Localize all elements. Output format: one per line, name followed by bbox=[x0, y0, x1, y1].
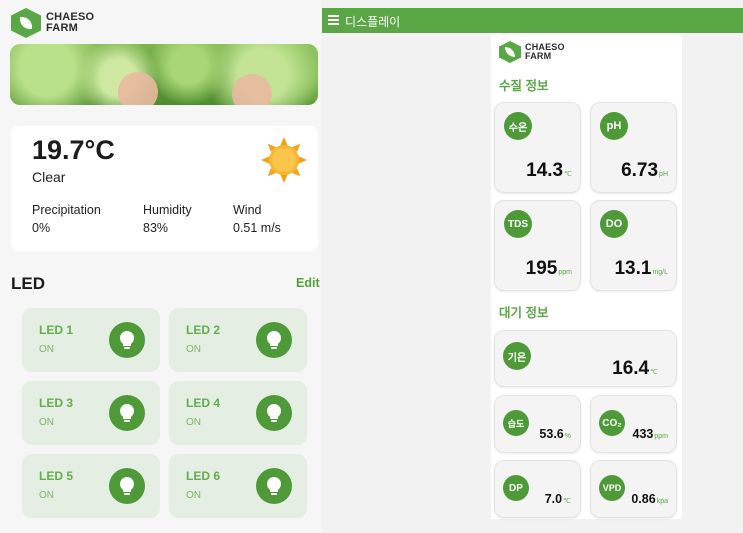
do-badge: DO bbox=[600, 210, 628, 238]
led-card-3[interactable]: LED 3 ON bbox=[22, 381, 160, 445]
weather-card: 19.7°C Clear Precipitation 0% Humidity 8… bbox=[11, 126, 318, 251]
chaeso-farm-logo: CHAESO FARM bbox=[11, 8, 94, 38]
weather-condition: Clear bbox=[32, 169, 66, 185]
app-bar: 디스플레이 bbox=[322, 8, 743, 33]
leaf-logo-icon bbox=[499, 41, 521, 63]
led-name: LED 2 bbox=[186, 323, 221, 337]
tds-value: 195ppm bbox=[525, 258, 572, 279]
led-card-4[interactable]: LED 4 ON bbox=[169, 381, 307, 445]
logo-line2: FARM bbox=[46, 22, 78, 34]
led-section-title: LED bbox=[11, 274, 45, 293]
lightbulb-icon[interactable] bbox=[256, 468, 292, 504]
chaeso-farm-logo: CHAESO FARM bbox=[499, 41, 565, 63]
ph-badge: pH bbox=[600, 112, 628, 140]
vpd-value: 0.86kpa bbox=[631, 492, 668, 506]
water-temp-value: 14.3℃ bbox=[526, 160, 572, 181]
edit-button[interactable]: Edit bbox=[296, 276, 320, 290]
air-temp-value: 16.4℃ bbox=[612, 358, 658, 379]
weather-led-panel: CHAESO FARM 19.7°C Clear Precipitation 0… bbox=[0, 0, 322, 533]
do-value: 13.1mg/L bbox=[614, 258, 668, 279]
co2-value: 433ppm bbox=[632, 427, 668, 441]
app-root: CHAESO FARM 19.7°C Clear Precipitation 0… bbox=[0, 0, 743, 533]
led-name: LED 6 bbox=[186, 469, 221, 483]
leaf-logo-icon bbox=[11, 8, 41, 38]
precipitation-value: 0% bbox=[32, 221, 51, 235]
led-name: LED 1 bbox=[39, 323, 74, 337]
water-temp-badge: 수온 bbox=[504, 112, 532, 140]
led-card-5[interactable]: LED 5 ON bbox=[22, 454, 160, 518]
led-name: LED 4 bbox=[186, 396, 221, 410]
tds-card: TDS 195ppm bbox=[494, 200, 581, 291]
wind-label: Wind bbox=[233, 203, 262, 217]
dp-badge: DP bbox=[503, 475, 529, 501]
sensor-column: CHAESO FARM 수질 정보 수온 14.3℃ pH 6.73pH TDS… bbox=[491, 33, 682, 519]
co2-badge: CO₂ bbox=[599, 410, 625, 436]
co2-card: CO₂ 433ppm bbox=[590, 395, 677, 453]
wind-value: 0.51 m/s bbox=[233, 221, 281, 235]
led-state: ON bbox=[39, 417, 54, 428]
humidity-card: 습도 53.6% bbox=[494, 395, 581, 453]
humidity-value: 83% bbox=[143, 221, 169, 235]
led-card-6[interactable]: LED 6 ON bbox=[169, 454, 307, 518]
led-card-2[interactable]: LED 2 ON bbox=[169, 308, 307, 372]
lettuce-banner-image bbox=[10, 44, 318, 105]
logo-line2: FARM bbox=[525, 51, 552, 61]
led-card-1[interactable]: LED 1 ON bbox=[22, 308, 160, 372]
vpd-card: VPD 0.86kpa bbox=[590, 460, 677, 518]
sun-icon bbox=[261, 137, 307, 183]
vpd-badge: VPD bbox=[599, 475, 625, 501]
dp-value: 7.0℃ bbox=[544, 492, 571, 506]
air-info-title: 대기 정보 bbox=[499, 306, 549, 320]
humidity-value: 53.6% bbox=[539, 427, 571, 441]
led-state: ON bbox=[186, 490, 201, 501]
led-name: LED 3 bbox=[39, 396, 74, 410]
ph-card: pH 6.73pH bbox=[590, 102, 677, 193]
do-card: DO 13.1mg/L bbox=[590, 200, 677, 291]
water-temp-card: 수온 14.3℃ bbox=[494, 102, 581, 193]
led-state: ON bbox=[186, 344, 201, 355]
lightbulb-icon[interactable] bbox=[256, 395, 292, 431]
temperature: 19.7°C bbox=[32, 135, 115, 165]
app-bar-title: 디스플레이 bbox=[345, 15, 401, 29]
lightbulb-icon[interactable] bbox=[109, 468, 145, 504]
tds-badge: TDS bbox=[504, 210, 532, 238]
humidity-badge: 습도 bbox=[503, 410, 529, 436]
led-state: ON bbox=[186, 417, 201, 428]
dew-point-card: DP 7.0℃ bbox=[494, 460, 581, 518]
led-name: LED 5 bbox=[39, 469, 74, 483]
led-state: ON bbox=[39, 490, 54, 501]
ph-value: 6.73pH bbox=[621, 160, 668, 181]
display-panel: 디스플레이 CHAESO FARM 수질 정보 수온 14.3℃ pH 6.73… bbox=[322, 0, 743, 533]
lightbulb-icon[interactable] bbox=[256, 322, 292, 358]
water-info-title: 수질 정보 bbox=[499, 79, 549, 93]
air-temp-card: 기온 16.4℃ bbox=[494, 330, 677, 387]
hamburger-menu-icon[interactable] bbox=[328, 15, 339, 25]
lightbulb-icon[interactable] bbox=[109, 395, 145, 431]
precipitation-label: Precipitation bbox=[32, 203, 101, 217]
air-temp-badge: 기온 bbox=[503, 342, 531, 370]
lightbulb-icon[interactable] bbox=[109, 322, 145, 358]
led-state: ON bbox=[39, 344, 54, 355]
humidity-label: Humidity bbox=[143, 203, 192, 217]
